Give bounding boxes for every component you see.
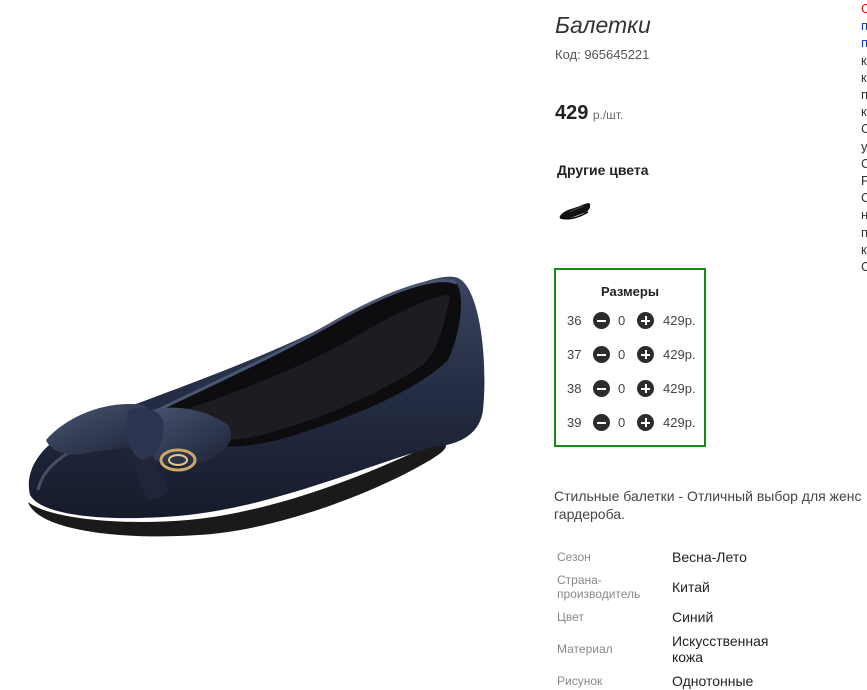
side-text-fragment: С [861,190,867,206]
side-text-fragment: к [861,241,867,257]
side-text-fragment: С [861,259,867,275]
size-quantity: 0 [618,313,626,328]
plus-icon[interactable] [637,312,654,329]
size-quantity: 0 [618,347,626,362]
minus-icon[interactable] [593,312,610,329]
description-line: гардероба. [554,506,625,522]
size-quantity: 0 [618,381,626,396]
prop-label-line: Страна- [557,573,602,587]
prop-label-country: Страна- производитель [557,573,640,601]
side-text-fragment: к [861,52,867,68]
side-text-fragment: п [861,224,867,240]
product-image [28,276,485,537]
product-title: Балетки [555,12,651,38]
size-quantity: 0 [618,415,626,430]
size-price: 429р. [663,381,696,396]
price: 429 р./шт. [555,102,623,125]
minus-icon[interactable] [593,380,610,397]
color-variant-thumbnail[interactable] [558,198,592,224]
sizes-heading: Размеры [601,284,659,299]
prop-value-line: кожа [672,649,704,665]
size-label: 39 [567,415,582,430]
minus-icon[interactable] [593,346,610,363]
size-label: 38 [567,381,582,396]
prop-label-season: Сезон [557,550,591,564]
side-link-fragment[interactable]: п [861,17,867,34]
prop-value-material: Искусственная кожа [672,633,769,665]
description-line: Стильные балетки - Отличный выбор для же… [554,488,862,504]
side-link-fragment[interactable]: п [861,34,867,51]
prop-label-line: производитель [557,587,641,601]
clipped-side-column: С п п к к п к С у С Р С н п к С [861,0,867,275]
sizes-panel: Размеры 36 0 429р. 37 0 429р. 38 0 429р.… [554,268,706,447]
side-text-fragment: у [861,138,867,154]
side-text-fragment: С [861,121,867,137]
price-value: 429 [555,102,589,124]
prop-label-color: Цвет [557,610,584,624]
prop-label-pattern: Рисунок [557,674,603,688]
side-text-fragment: к [861,104,867,120]
plus-icon[interactable] [637,414,654,431]
price-unit: р./шт. [592,108,624,122]
prop-value-country: Китай [672,579,710,595]
size-price: 429р. [663,415,696,430]
side-text-fragment: к [861,69,867,85]
side-text-fragment: Р [861,173,867,189]
size-label: 37 [567,347,582,362]
size-label: 36 [567,313,582,328]
side-text-fragment: н [861,207,867,223]
other-colors-heading: Другие цвета [557,162,649,178]
prop-value-season: Весна-Лето [672,549,747,565]
product-code: Код: 965645221 [555,47,650,62]
plus-icon[interactable] [637,346,654,363]
product-description: Стильные балетки - Отличный выбор для же… [554,487,867,523]
prop-label-material: Материал [557,642,613,656]
prop-value-color: Синий [672,609,714,625]
size-price: 429р. [663,313,696,328]
side-text-fragment: п [861,87,867,103]
side-text-fragment[interactable]: С [861,0,867,17]
plus-icon[interactable] [637,380,654,397]
prop-value-line: Искусственная [672,633,769,649]
size-price: 429р. [663,347,696,362]
prop-value-pattern: Однотонные [672,673,754,689]
side-text-fragment: С [861,155,867,171]
minus-icon[interactable] [593,414,610,431]
